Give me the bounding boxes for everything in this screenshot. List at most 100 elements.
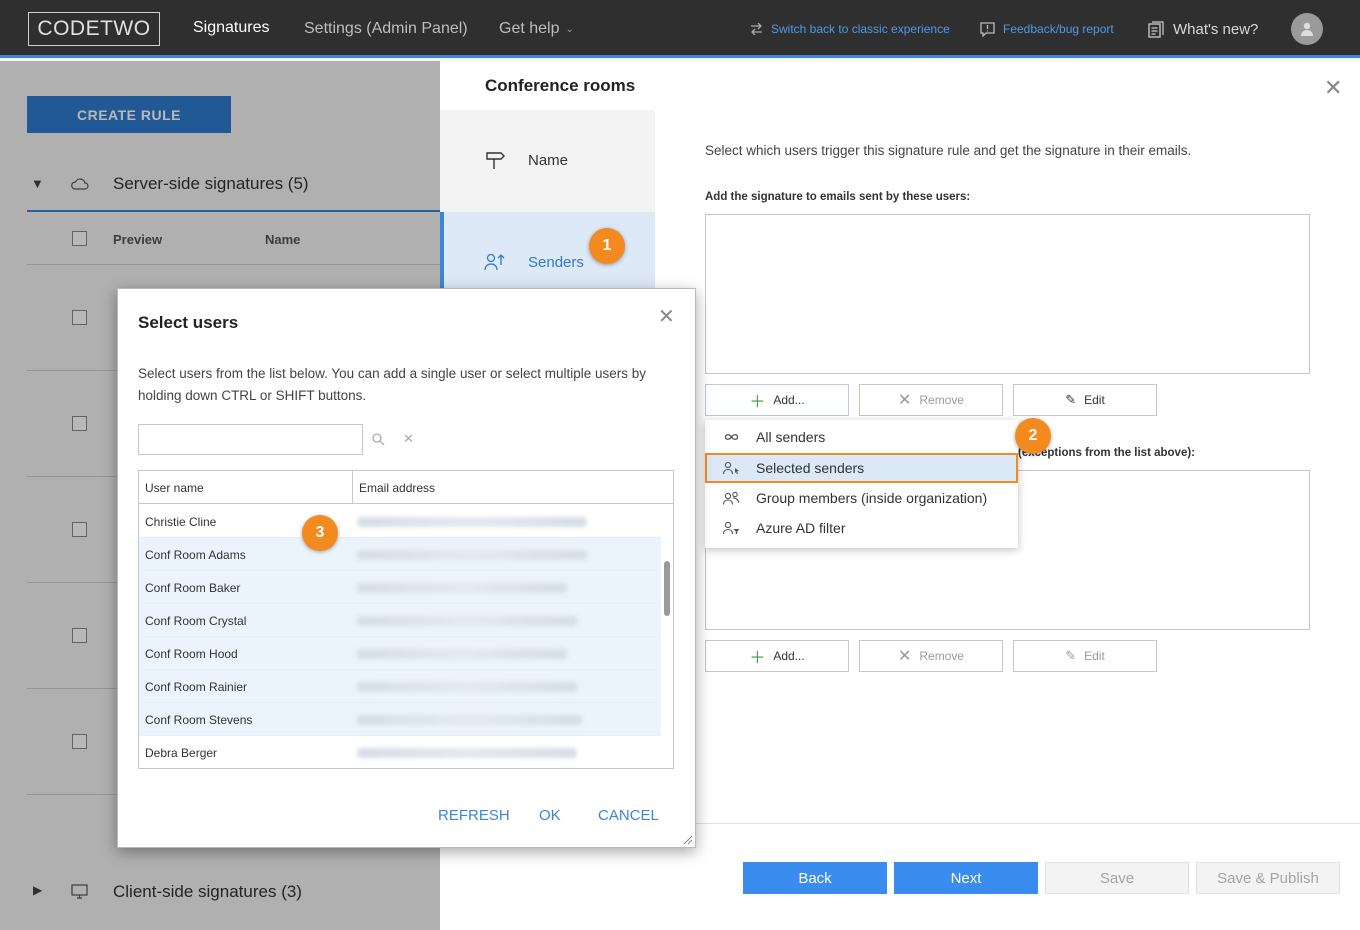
ok-button[interactable]: OK	[539, 807, 561, 824]
user-name-cell: Conf Room Hood	[145, 646, 238, 661]
dialog-title: Select users	[138, 313, 239, 332]
email-cell-blurred	[357, 748, 577, 758]
menu-item-group-members[interactable]: Group members (inside organization)	[705, 483, 1018, 513]
edit-exceptions-label: Edit	[1084, 649, 1105, 663]
remove-senders-button[interactable]: ✕ Remove	[859, 384, 1003, 416]
table-row[interactable]: Conf Room Rainier	[139, 670, 661, 703]
refresh-button[interactable]: REFRESH	[438, 807, 510, 824]
step-senders-label: Senders	[528, 253, 584, 271]
add-exceptions-button[interactable]: ＋ Add...	[705, 640, 849, 672]
add-signature-label: Add the signature to emails sent by thes…	[705, 191, 971, 203]
add-senders-button[interactable]: ＋ Add...	[705, 384, 849, 416]
x-icon: ✕	[897, 648, 912, 665]
nav-settings[interactable]: Settings (Admin Panel)	[304, 0, 468, 58]
pencil-icon: ✎	[1065, 392, 1077, 407]
users-table: User name Email address Christie Cline C…	[138, 470, 674, 769]
switch-classic-link[interactable]: Switch back to classic experience	[750, 0, 950, 58]
table-row[interactable]: Conf Room Stevens	[139, 703, 661, 736]
table-row[interactable]: Debra Berger	[139, 736, 661, 768]
edit-exceptions-button[interactable]: ✎ Edit	[1013, 640, 1157, 672]
add-dropdown-menu: All senders Selected senders Group membe…	[705, 420, 1018, 548]
table-header: User name Email address	[139, 471, 673, 504]
email-cell-blurred	[357, 649, 567, 659]
signpost-icon	[486, 152, 505, 169]
step-marker-3: 3	[302, 515, 338, 551]
cancel-button[interactable]: CANCEL	[598, 807, 659, 824]
avatar[interactable]	[1291, 13, 1323, 45]
save-button[interactable]: Save	[1045, 862, 1189, 894]
user-name-cell: Conf Room Rainier	[145, 679, 248, 694]
menu-item-all-senders[interactable]: All senders	[705, 422, 1018, 452]
step-name[interactable]: Name	[440, 110, 655, 210]
remove-exceptions-label: Remove	[919, 649, 965, 663]
add-senders-label: Add...	[773, 393, 805, 407]
col-user-name[interactable]: User name	[139, 471, 353, 504]
save-publish-button[interactable]: Save & Publish	[1196, 862, 1340, 894]
x-icon: ✕	[897, 392, 912, 409]
user-filter-icon	[723, 521, 740, 535]
email-cell-blurred	[357, 550, 587, 560]
resize-grip-icon[interactable]	[683, 835, 693, 845]
table-scrollbar[interactable]	[664, 561, 670, 616]
step-marker-1: 1	[589, 228, 625, 264]
codetwo-logo[interactable]: CODETWO	[28, 12, 160, 46]
senders-icon	[484, 253, 505, 271]
nav-get-help[interactable]: Get help ⌄	[499, 0, 574, 58]
user-name-cell: Debra Berger	[145, 745, 218, 760]
menu-item-label: Selected senders	[756, 460, 865, 476]
col-email-address[interactable]: Email address	[353, 471, 673, 504]
edit-senders-label: Edit	[1084, 393, 1105, 407]
nav-signatures[interactable]: Signatures	[178, 0, 285, 58]
dialog-description: Select users from the list below. You ca…	[138, 366, 647, 403]
user-name-cell: Christie Cline	[145, 514, 217, 529]
panel-description: Select which users trigger this signatur…	[705, 143, 1192, 158]
menu-item-label: All senders	[756, 429, 826, 445]
switch-icon	[751, 23, 762, 35]
user-icon	[1301, 22, 1313, 36]
edit-senders-button[interactable]: ✎ Edit	[1013, 384, 1157, 416]
whats-new-label: What's new?	[1173, 20, 1259, 38]
panel-close-icon[interactable]: ✕	[1324, 77, 1342, 99]
email-cell-blurred	[357, 583, 567, 593]
remove-exceptions-button[interactable]: ✕ Remove	[859, 640, 1003, 672]
group-icon	[723, 491, 740, 505]
add-exceptions-label: Add...	[773, 649, 805, 663]
email-cell-blurred	[357, 616, 577, 626]
step-name-label: Name	[528, 151, 569, 169]
dialog-close-icon[interactable]: ✕	[658, 307, 675, 327]
pencil-icon: ✎	[1065, 648, 1077, 663]
menu-item-label: Group members (inside organization)	[756, 490, 988, 506]
senders-listbox[interactable]	[705, 214, 1310, 374]
user-name-cell: Conf Room Adams	[145, 547, 246, 562]
email-cell-blurred	[357, 715, 582, 725]
plus-icon: ＋	[749, 650, 766, 667]
search-icon[interactable]	[372, 433, 385, 446]
back-button[interactable]: Back	[743, 862, 887, 894]
nav-get-help-label: Get help	[499, 20, 560, 37]
table-row[interactable]: Christie Cline	[139, 505, 661, 538]
menu-item-azure-ad[interactable]: Azure AD filter	[705, 513, 1018, 543]
menu-item-selected-senders[interactable]: Selected senders	[705, 453, 1018, 483]
menu-item-label: Azure AD filter	[756, 520, 846, 536]
table-row[interactable]: Conf Room Baker	[139, 571, 661, 604]
infinity-icon	[724, 434, 739, 440]
table-row[interactable]: Conf Room Adams	[139, 538, 661, 571]
step-marker-2: 2	[1015, 418, 1051, 454]
user-name-cell: Conf Room Baker	[145, 580, 241, 595]
user-name-cell: Conf Room Stevens	[145, 712, 253, 727]
email-cell-blurred	[357, 517, 587, 527]
user-search-input[interactable]	[138, 424, 363, 455]
document-icon	[1148, 20, 1164, 38]
whats-new-link[interactable]: What's new?	[1148, 0, 1258, 58]
footer-divider	[655, 823, 1360, 824]
plus-icon: ＋	[749, 394, 766, 411]
switch-classic-label: Switch back to classic experience	[771, 22, 950, 36]
next-button[interactable]: Next	[894, 862, 1038, 894]
table-row[interactable]: Conf Room Hood	[139, 637, 661, 670]
user-name-cell: Conf Room Crystal	[145, 613, 247, 628]
feedback-link[interactable]: Feedback/bug report	[980, 0, 1114, 58]
user-pointer-icon	[723, 461, 739, 475]
clear-search-icon[interactable]: ✕	[403, 431, 414, 447]
email-cell-blurred	[357, 682, 577, 692]
table-row[interactable]: Conf Room Crystal	[139, 604, 661, 637]
